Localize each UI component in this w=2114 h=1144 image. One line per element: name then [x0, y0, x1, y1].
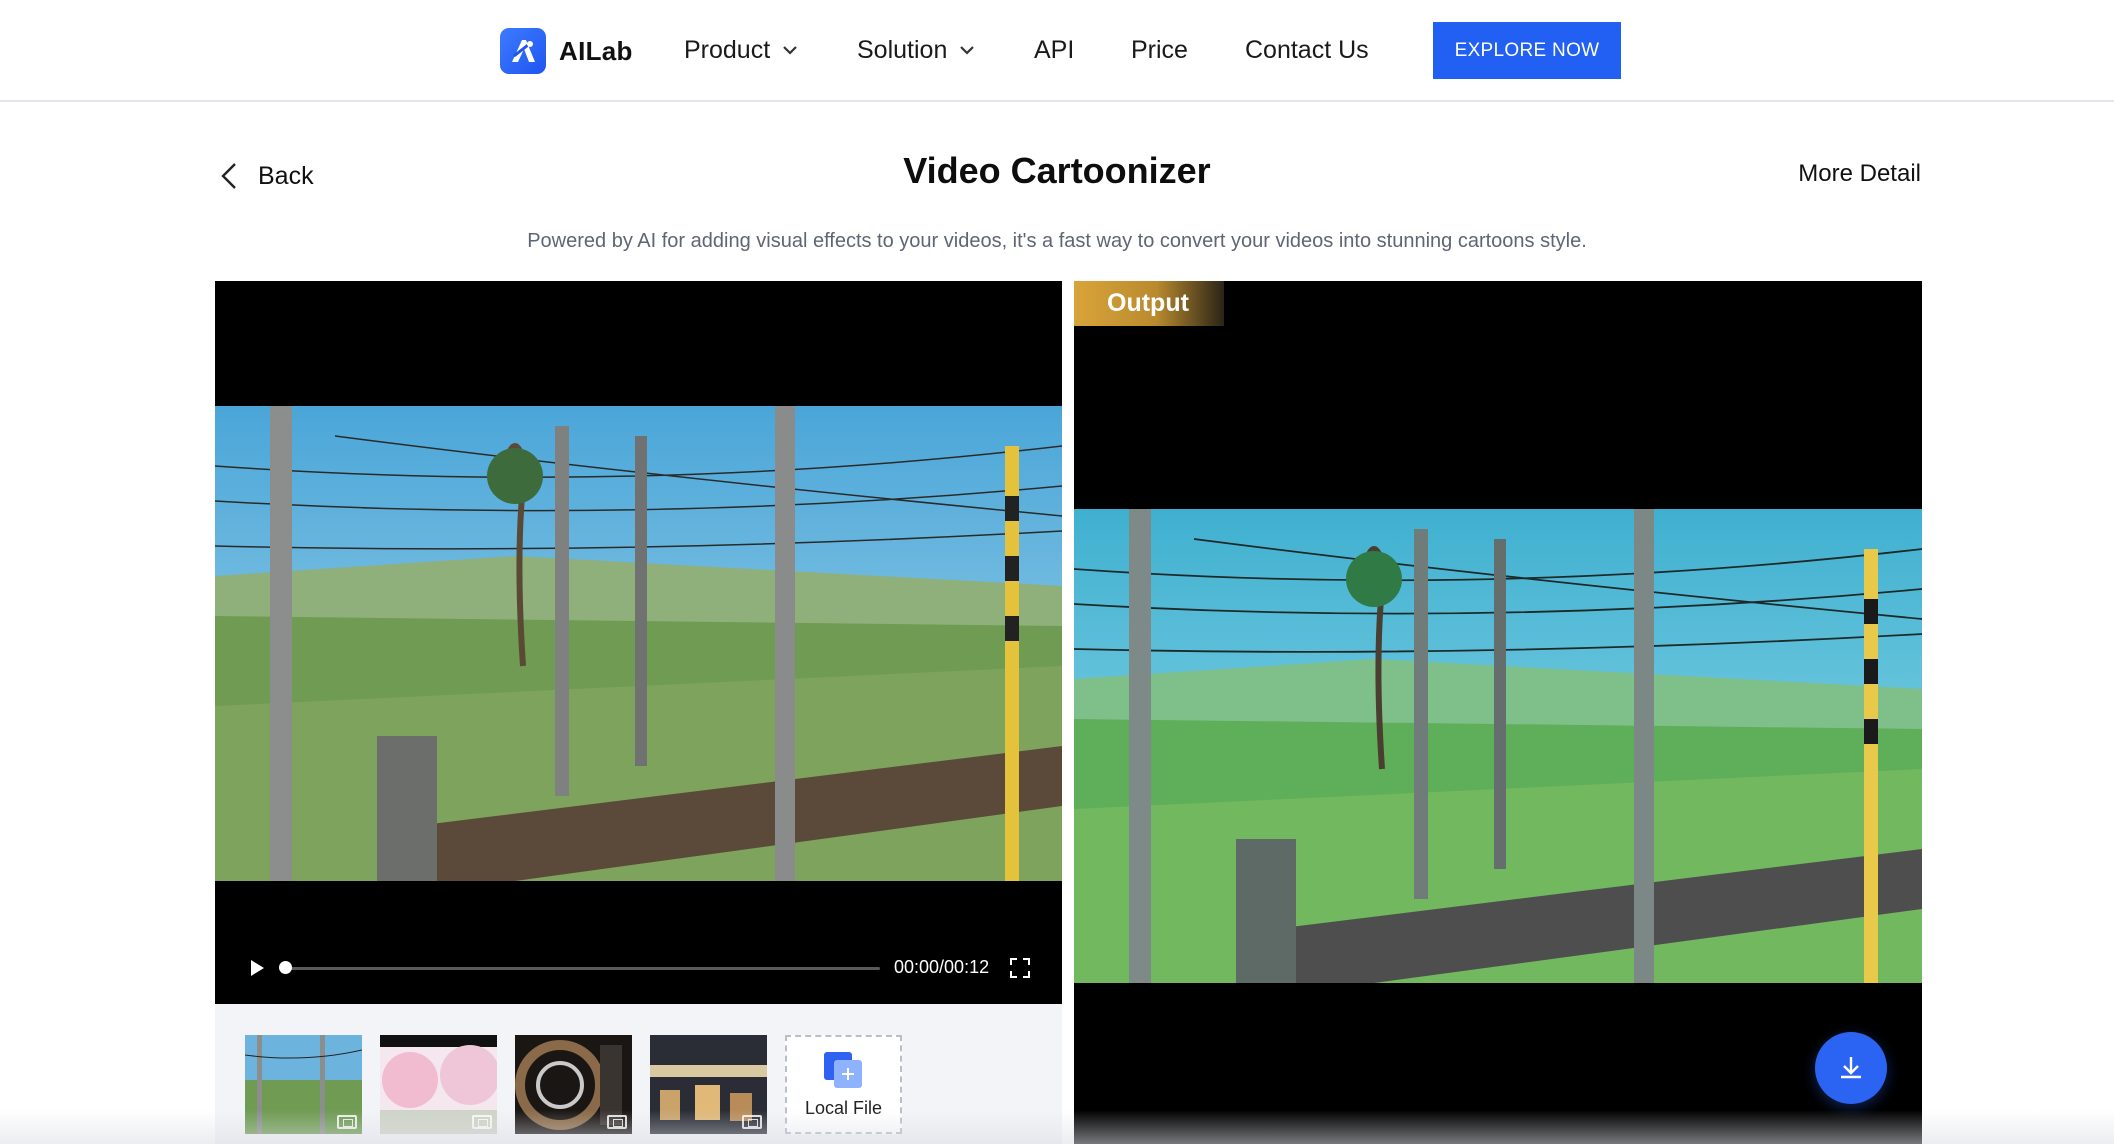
ailab-logo-icon [500, 28, 546, 74]
nav-product-label: Product [684, 36, 770, 65]
sample-thumbnail-mechanical[interactable] [515, 1035, 632, 1134]
nav-solution[interactable]: Solution [857, 30, 975, 70]
video-icon [607, 1115, 627, 1129]
download-icon [1836, 1053, 1866, 1083]
video-icon [337, 1115, 357, 1129]
more-detail-link[interactable]: More Detail [1798, 160, 1921, 188]
player-controls: 00:00/00:12 [215, 928, 1062, 1004]
local-file-label: Local File [805, 1098, 882, 1119]
play-icon[interactable] [249, 959, 265, 977]
download-button[interactable] [1815, 1032, 1887, 1104]
seek-handle[interactable] [279, 961, 292, 974]
nav-api[interactable]: API [1034, 30, 1074, 70]
output-badge: Output [1074, 281, 1224, 326]
nav-solution-label: Solution [857, 36, 947, 65]
nav-price[interactable]: Price [1131, 30, 1188, 70]
sample-thumbnail-city-night[interactable] [650, 1035, 767, 1134]
explore-now-button[interactable]: EXPLORE NOW [1433, 22, 1621, 79]
chevron-down-icon [782, 45, 798, 55]
nav-product[interactable]: Product [684, 30, 798, 70]
nav-price-label: Price [1131, 36, 1188, 65]
time-display: 00:00/00:12 [894, 957, 989, 978]
fullscreen-icon[interactable] [1010, 958, 1030, 978]
output-video-panel: Output [1074, 281, 1922, 1144]
input-video-frame [215, 406, 1062, 881]
input-video-player[interactable]: 00:00/00:12 [215, 281, 1062, 1004]
video-icon [742, 1115, 762, 1129]
video-icon [472, 1115, 492, 1129]
ailab-logo[interactable]: AILab [500, 28, 633, 74]
nav-contact-us-label: Contact Us [1245, 36, 1369, 65]
sample-thumbnail-railway[interactable] [245, 1035, 362, 1134]
sample-videos-strip: Local File [215, 1004, 1062, 1144]
logo-text: AILab [559, 36, 633, 67]
top-navigation-bar: AILab Product Solution API Price Contact… [0, 0, 2114, 102]
output-video-frame [1074, 509, 1922, 983]
add-file-icon [822, 1050, 866, 1090]
page-subtitle: Powered by AI for adding visual effects … [0, 230, 2114, 253]
nav-contact-us[interactable]: Contact Us [1245, 30, 1369, 70]
seek-bar[interactable] [280, 967, 880, 970]
sample-thumbnail-cherry-blossom[interactable] [380, 1035, 497, 1134]
chevron-down-icon [959, 45, 975, 55]
local-file-upload-button[interactable]: Local File [785, 1035, 902, 1134]
page-title: Video Cartoonizer [0, 150, 2114, 192]
nav-api-label: API [1034, 36, 1074, 65]
